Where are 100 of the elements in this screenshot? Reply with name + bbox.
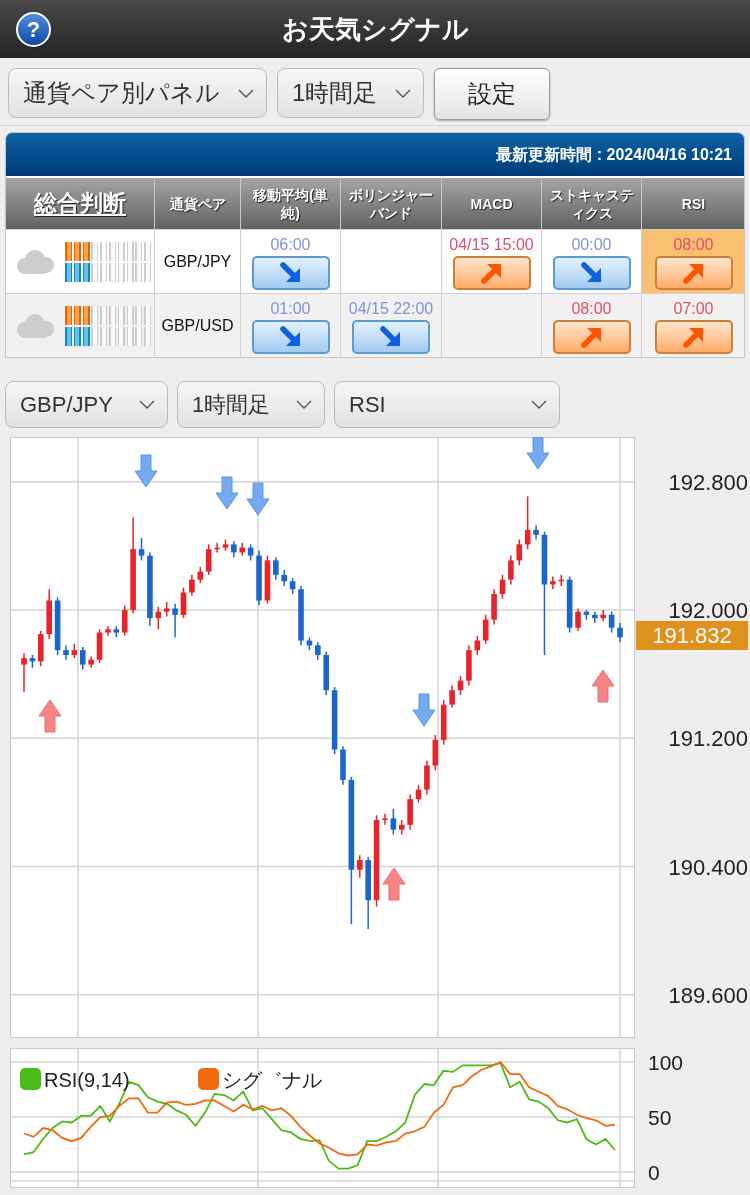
falling-candle [172,602,178,639]
rising-candle [46,588,52,640]
falling-candle [298,585,304,647]
falling-candle [390,808,397,836]
signal-button[interactable] [552,256,631,290]
axis-label: 190.400 [668,854,748,880]
window-title: お天気シグナル [281,12,469,46]
up-arrow-icon [38,699,62,733]
rising-candle [466,644,472,687]
column-header: 通貨ペア [155,178,241,229]
signal-button[interactable] [654,256,733,290]
rising-candle [491,588,497,626]
falling-candle [54,596,61,656]
falling-candle [583,609,590,621]
chevron-down-icon [238,88,254,98]
column-header: RSI [642,178,744,229]
column-header: MACD [442,178,542,229]
rising-candle [499,574,506,600]
falling-candle [63,644,69,661]
up-arrow-icon [591,669,615,703]
down-arrow-icon [215,476,239,510]
falling-candle [29,654,36,669]
signal-button[interactable] [552,320,631,354]
falling-candle [533,524,539,541]
chevron-down-icon [139,400,155,409]
falling-candle [331,686,338,756]
legend-label: シグ゛ナル [222,1069,322,1091]
falling-candle [323,651,329,696]
column-header: ボリンジャーバンド [341,178,442,229]
rising-candle [415,784,422,804]
column-header: ストキャスティクス [542,178,642,229]
current-price-tag: 191.832 [636,621,748,650]
chevron-down-icon [296,400,312,409]
rising-candle [357,854,363,879]
falling-candle [566,575,573,634]
dropdown-select[interactable]: 通貨ペア別パネル [8,68,267,118]
rising-candle [88,655,94,669]
rising-candle [449,684,455,709]
chevron-down-icon [531,400,547,409]
down-arrow-icon [412,693,436,727]
rising-candle [550,575,556,590]
signal-time: 04/15 15:00 [449,235,534,255]
legend-label: RSI(9,14) [44,1069,130,1091]
falling-candle [231,540,237,558]
up-arrow-icon [382,867,406,901]
signal-time: 00:00 [571,235,612,255]
rising-candle [398,819,405,836]
arrow-up-right-icon [479,261,504,285]
signal-time: 07:00 [673,299,714,319]
rising-candle [424,760,430,796]
rising-candle [239,542,246,557]
dropdown-select[interactable]: GBP/JPY [5,381,168,428]
chevron-down-icon [395,88,411,98]
arrow-down-right-icon [278,261,303,285]
signal-button[interactable] [251,256,330,290]
signal-button[interactable] [251,320,330,354]
axis-label: 0 [648,1161,660,1184]
axis-label: 100 [648,1051,684,1074]
signal-button[interactable] [654,320,733,354]
axis-label: 50 [648,1106,672,1129]
falling-candle [608,610,615,634]
falling-candle [79,646,86,671]
rising-candle [71,643,78,659]
help-button[interactable]: ? [16,12,51,47]
arrow-down-right-icon [278,325,303,349]
arrow-up-right-icon [681,325,706,349]
currency-pair: GBP/JPY [163,251,232,272]
falling-candle [113,625,120,639]
rising-candle [96,628,103,664]
rising-candle [264,554,271,605]
arrow-down-right-icon [579,261,604,285]
rising-candle [105,625,111,637]
axis-label: 191.200 [668,726,748,752]
rising-candle [121,604,128,637]
rising-candle [189,574,195,597]
signal-time: 08:00 [673,235,714,255]
rising-candle [575,607,581,632]
down-arrow-icon [134,454,158,488]
dropdown-select[interactable]: RSI [334,381,560,428]
signal-time: 04/15 22:00 [348,299,434,319]
column-header: 移動平均(単純) [241,178,341,229]
rising-candle [407,793,413,831]
currency-pair: GBP/USD [161,315,234,336]
settings-button[interactable]: 設定 [434,68,550,120]
rising-candle [180,586,187,619]
falling-candle [306,636,313,651]
falling-candle [592,610,598,624]
arrow-up-right-icon [681,261,706,285]
dropdown-select[interactable]: 1時間足 [177,381,325,428]
falling-candle [256,550,262,607]
signal-time: 01:00 [270,299,311,319]
signal-time: 08:00 [571,299,612,319]
axis-label: 192.000 [668,598,748,624]
falling-candle [247,543,254,562]
falling-candle [315,641,321,661]
down-arrow-icon [246,482,270,516]
falling-candle [273,556,279,581]
signal-button[interactable] [452,256,531,290]
dropdown-select[interactable]: 1時間足 [277,68,424,118]
signal-button[interactable] [352,320,430,354]
